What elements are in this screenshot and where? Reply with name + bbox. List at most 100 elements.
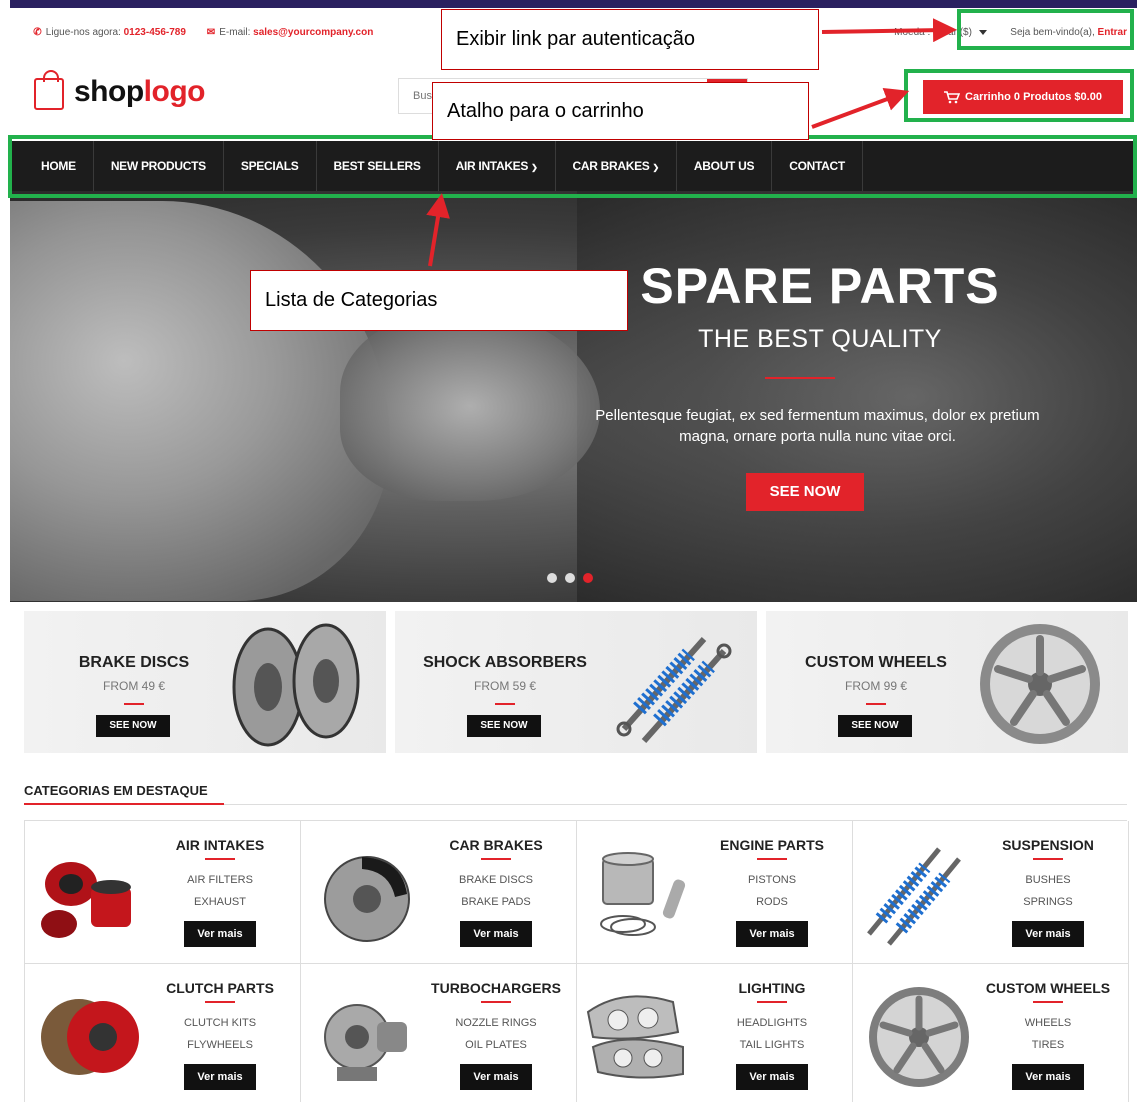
hero-title: SPARE PARTS [640,258,1000,314]
see-more-button[interactable]: Ver mais [184,921,256,947]
shock-absorber-icon [867,847,961,946]
category-divider [757,858,787,860]
banner-shock-absorbers[interactable]: SHOCK ABSORBERS FROM 59 € SEE NOW [395,611,757,753]
subcategory-link[interactable]: AIR FILTERS [145,874,295,886]
category-title[interactable]: CUSTOM WHEELS [973,980,1123,996]
subcategory-link[interactable]: BRAKE DISCS [421,874,571,886]
banner-divider [495,703,515,705]
slider-dots [547,573,593,583]
subcategory-link[interactable]: SPRINGS [973,896,1123,908]
category-card-clutch-parts: CLUTCH PARTS CLUTCH KITS FLYWHEELS Ver m… [25,964,301,1102]
subcategory-link[interactable]: CLUTCH KITS [145,1017,295,1029]
hero-glove-image [340,311,600,501]
brake-disc-icon [232,623,360,747]
email-link[interactable]: sales@yourcompany.con [253,27,373,38]
category-divider [205,858,235,860]
highlight-auth-link [957,9,1134,50]
see-more-button[interactable]: Ver mais [184,1064,256,1090]
hero-slider: SPARE PARTS THE BEST QUALITY Pellentesqu… [10,191,1137,602]
see-more-button[interactable]: Ver mais [1012,921,1084,947]
logo-text-part1: shop [74,75,144,108]
subcategory-link[interactable]: WHEELS [973,1017,1123,1029]
section-underline [24,803,224,805]
hero-see-now-button[interactable]: SEE NOW [746,473,864,511]
featured-categories-grid: AIR INTAKES AIR FILTERS EXHAUST Ver mais… [24,820,1129,1102]
email-icon: ✉ [206,27,216,38]
slider-dot-active[interactable] [583,573,593,583]
arrow-to-cart [811,87,910,129]
category-card-suspension: SUSPENSION BUSHES SPRINGS Ver mais [853,821,1129,964]
category-card-car-brakes: CAR BRAKES BRAKE DISCS BRAKE PADS Ver ma… [301,821,577,964]
category-divider [757,1001,787,1003]
slider-dot[interactable] [565,573,575,583]
banner-price: FROM 49 € [102,679,165,693]
banner-see-now-button[interactable]: SEE NOW [838,715,912,737]
annotation-categories: Lista de Categorias [250,270,628,331]
banner-see-now-button[interactable]: SEE NOW [96,715,170,737]
category-title[interactable]: AIR INTAKES [145,837,295,853]
category-divider [205,1001,235,1003]
site-logo[interactable]: shoplogo [34,70,205,114]
highlight-categories [8,135,1137,198]
annotation-auth: Exibir link par autenticação [441,9,819,70]
category-card-air-intakes: AIR INTAKES AIR FILTERS EXHAUST Ver mais [25,821,301,964]
hero-divider [765,377,835,379]
subcategory-link[interactable]: EXHAUST [145,896,295,908]
hero-subtitle: THE BEST QUALITY [698,325,942,353]
subcategory-link[interactable]: BRAKE PADS [421,896,571,908]
top-strip [10,0,1137,8]
brake-caliper-icon [324,856,410,942]
category-card-engine-parts: ENGINE PARTS PISTONS RODS Ver mais [577,821,853,964]
slider-dot[interactable] [547,573,557,583]
category-card-custom-wheels: CUSTOM WHEELS WHEELS TIRES Ver mais [853,964,1129,1102]
phone-number[interactable]: 0123-456-789 [124,27,186,38]
banner-title: BRAKE DISCS [78,654,190,671]
category-title[interactable]: LIGHTING [697,980,847,996]
see-more-button[interactable]: Ver mais [736,921,808,947]
banner-price: FROM 59 € [473,679,536,693]
see-more-button[interactable]: Ver mais [460,921,532,947]
category-divider [481,1001,511,1003]
piston-icon [600,852,686,936]
subcategory-link[interactable]: FLYWHEELS [145,1039,295,1051]
category-title[interactable]: CLUTCH PARTS [145,980,295,996]
shock-absorber-icon [616,637,732,743]
subcategory-link[interactable]: TAIL LIGHTS [697,1039,847,1051]
wheel-icon [869,987,969,1087]
subcategory-link[interactable]: OIL PLATES [421,1039,571,1051]
subcategory-link[interactable]: BUSHES [973,874,1123,886]
banner-custom-wheels[interactable]: CUSTOM WHEELS FROM 99 € SEE NOW [766,611,1128,753]
category-divider [1033,858,1063,860]
category-divider [1033,1001,1063,1003]
banner-divider [124,703,144,705]
subcategory-link[interactable]: TIRES [973,1039,1123,1051]
category-title[interactable]: TURBOCHARGERS [421,980,571,996]
see-more-button[interactable]: Ver mais [460,1064,532,1090]
subcategory-link[interactable]: PISTONS [697,874,847,886]
banner-see-now-button[interactable]: SEE NOW [467,715,541,737]
annotation-cart: Atalho para o carrinho [432,82,809,140]
phone-icon: ✆ [33,27,42,38]
see-more-button[interactable]: Ver mais [1012,1064,1084,1090]
banner-divider [866,703,886,705]
featured-categories-title: CATEGORIAS EM DESTAQUE [24,783,208,798]
banner-brake-discs[interactable]: BRAKE DISCS FROM 49 € SEE NOW [24,611,386,753]
highlight-cart [904,69,1134,122]
hero-mechanic-image [10,201,390,601]
see-more-button[interactable]: Ver mais [736,1064,808,1090]
subcategory-link[interactable]: NOZZLE RINGS [421,1017,571,1029]
category-title[interactable]: ENGINE PARTS [697,837,847,853]
category-title[interactable]: CAR BRAKES [421,837,571,853]
headlight-icon [586,995,684,1079]
category-title[interactable]: SUSPENSION [973,837,1123,853]
subcategory-link[interactable]: HEADLIGHTS [697,1017,847,1029]
category-card-turbochargers: TURBOCHARGERS NOZZLE RINGS OIL PLATES Ve… [301,964,577,1102]
section-rule [224,804,1127,805]
logo-text-part2: logo [143,75,206,108]
clutch-icon [41,999,139,1075]
turbocharger-icon [324,1004,407,1081]
subcategory-link[interactable]: RODS [697,896,847,908]
category-divider [481,858,511,860]
email-label: E-mail: [219,27,251,38]
wheel-icon [980,624,1100,744]
